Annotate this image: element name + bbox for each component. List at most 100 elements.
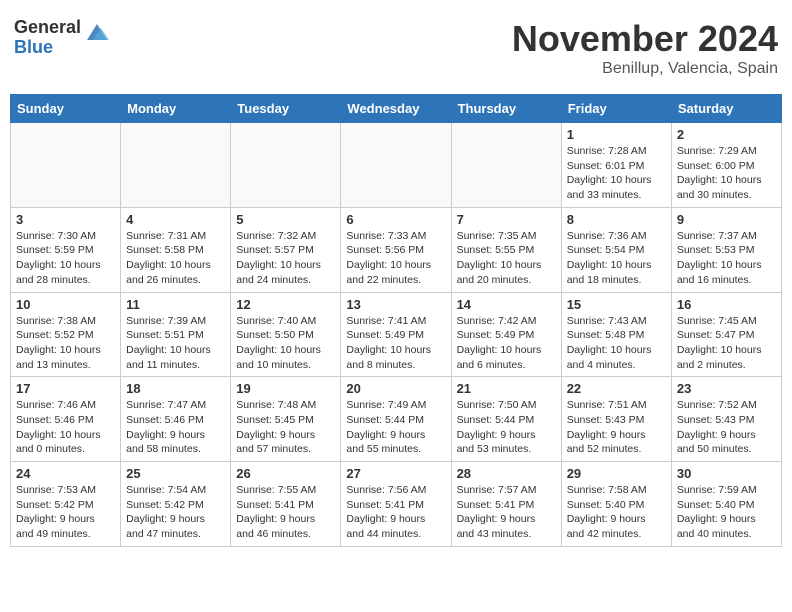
day-info-line: Sunrise: 7:42 AM xyxy=(457,315,537,327)
day-info: Sunrise: 7:58 AMSunset: 5:40 PMDaylight:… xyxy=(567,483,666,542)
day-info: Sunrise: 7:51 AM Sunset: 5:43 PM Daylight:… xyxy=(567,398,666,457)
calendar-cell: 3 Sunrise: 7:30 AMSunset: 5:59 PMDaylight… xyxy=(11,207,121,292)
day-number: 27 xyxy=(346,466,445,481)
day-info-line: Sunrise: 7:56 AM xyxy=(346,484,426,496)
day-info-line: Daylight: 9 hours and 49 minutes. xyxy=(16,513,95,540)
weekday-header-tuesday: Tuesday xyxy=(231,95,341,123)
calendar-cell: 22 Sunrise: 7:51 AM Sunset: 5:43 PM Dayligh… xyxy=(561,377,671,462)
day-info-line: Sunrise: 7:51 AM xyxy=(567,399,647,411)
day-info-line: Daylight: 9 hours and 52 minutes. xyxy=(567,429,646,456)
weekday-header-wednesday: Wednesday xyxy=(341,95,451,123)
day-info-line: Daylight: 10 hours and 4 minutes. xyxy=(567,344,652,371)
day-number: 20 xyxy=(346,381,445,396)
day-info-line: Sunrise: 7:35 AM xyxy=(457,230,537,242)
day-number: 29 xyxy=(567,466,666,481)
day-info-line: Sunset: 5:44 PM xyxy=(346,414,424,426)
day-info-line: Sunset: 5:58 PM xyxy=(126,244,204,256)
day-number: 22 xyxy=(567,381,666,396)
day-info-line: Sunrise: 7:45 AM xyxy=(677,315,757,327)
day-info: Sunrise: 7:43 AM Sunset: 5:48 PM Daylight:… xyxy=(567,314,666,373)
day-info: Sunrise: 7:35 AMSunset: 5:55 PMDaylight:… xyxy=(457,229,556,288)
day-info-line: Sunrise: 7:46 AM xyxy=(16,399,96,411)
day-info: Sunrise: 7:59 AMSunset: 5:40 PMDaylight:… xyxy=(677,483,776,542)
day-info-line: Daylight: 10 hours and 24 minutes. xyxy=(236,259,321,286)
day-info: Sunrise: 7:48 AMSunset: 5:45 PMDaylight:… xyxy=(236,398,335,457)
day-info: Sunrise: 7:45 AMSunset: 5:47 PMDaylight:… xyxy=(677,314,776,373)
day-info: Sunrise: 7:46 AMSunset: 5:46 PMDaylight:… xyxy=(16,398,115,457)
calendar-cell: 16Sunrise: 7:45 AMSunset: 5:47 PMDayligh… xyxy=(671,292,781,377)
logo-blue-text: Blue xyxy=(14,38,81,58)
day-info: Sunrise: 7:30 AMSunset: 5:59 PMDaylight:… xyxy=(16,229,115,288)
day-info-line: Sunset: 5:56 PM xyxy=(346,244,424,256)
day-number: 30 xyxy=(677,466,776,481)
logo-icon xyxy=(85,20,109,44)
day-number: 5 xyxy=(236,212,335,227)
day-info-line: Daylight: 9 hours and 42 minutes. xyxy=(567,513,646,540)
calendar-cell: 4Sunrise: 7:31 AMSunset: 5:58 PMDaylight… xyxy=(121,207,231,292)
day-info-line: Sunset: 5:48 PM xyxy=(567,329,645,341)
title-block: November 2024 Benillup, Valencia, Spain xyxy=(512,18,778,78)
day-info-line: Sunrise: 7:50 AM xyxy=(457,399,537,411)
day-number: 28 xyxy=(457,466,556,481)
month-title: November 2024 xyxy=(512,18,778,60)
day-info-line: Sunset: 5:42 PM xyxy=(16,499,94,511)
week-row-5: 24Sunrise: 7:53 AMSunset: 5:42 PMDayligh… xyxy=(11,462,782,547)
day-number: 15 xyxy=(567,297,666,312)
calendar-cell: 11Sunrise: 7:39 AMSunset: 5:51 PMDayligh… xyxy=(121,292,231,377)
day-info: Sunrise: 7:37 AMSunset: 5:53 PMDaylight:… xyxy=(677,229,776,288)
page-header: General Blue November 2024 Benillup, Val… xyxy=(10,10,782,86)
day-number: 3 xyxy=(16,212,115,227)
day-info-line: Sunset: 5:44 PM xyxy=(457,414,535,426)
day-info-line: Sunset: 5:59 PM xyxy=(16,244,94,256)
day-info-line: Sunrise: 7:58 AM xyxy=(567,484,647,496)
day-info: Sunrise: 7:41 AMSunset: 5:49 PMDaylight:… xyxy=(346,314,445,373)
day-info-line: Sunrise: 7:49 AM xyxy=(346,399,426,411)
day-info-line: Sunset: 5:53 PM xyxy=(677,244,755,256)
day-info-line: Sunset: 5:40 PM xyxy=(677,499,755,511)
day-info-line: Sunrise: 7:33 AM xyxy=(346,230,426,242)
day-info: Sunrise: 7:50 AMSunset: 5:44 PMDaylight:… xyxy=(457,398,556,457)
day-info-line: Sunset: 5:57 PM xyxy=(236,244,314,256)
calendar-cell: 6Sunrise: 7:33 AMSunset: 5:56 PMDaylight… xyxy=(341,207,451,292)
calendar-cell: 14Sunrise: 7:42 AMSunset: 5:49 PMDayligh… xyxy=(451,292,561,377)
day-info: Sunrise: 7:28 AMSunset: 6:01 PMDaylight:… xyxy=(567,144,666,203)
day-number: 25 xyxy=(126,466,225,481)
day-info-line: Daylight: 10 hours and 18 minutes. xyxy=(567,259,652,286)
day-info-line: Sunrise: 7:39 AM xyxy=(126,315,206,327)
calendar-cell: 24Sunrise: 7:53 AMSunset: 5:42 PMDayligh… xyxy=(11,462,121,547)
calendar-cell: 26Sunrise: 7:55 AMSunset: 5:41 PMDayligh… xyxy=(231,462,341,547)
day-info-line: Sunrise: 7:52 AM xyxy=(677,399,757,411)
day-number: 23 xyxy=(677,381,776,396)
day-info-line: Daylight: 9 hours and 55 minutes. xyxy=(346,429,425,456)
calendar-cell: 19 Sunrise: 7:48 AMSunset: 5:45 PMDayligh… xyxy=(231,377,341,462)
day-info: Sunrise: 7:32 AMSunset: 5:57 PMDaylight:… xyxy=(236,229,335,288)
calendar-cell: 28Sunrise: 7:57 AMSunset: 5:41 PMDayligh… xyxy=(451,462,561,547)
day-info-line: Sunrise: 7:28 AM xyxy=(567,145,647,157)
calendar-cell xyxy=(11,123,121,208)
day-info-line: Sunrise: 7:43 AM xyxy=(567,315,647,327)
day-number: 1 xyxy=(567,127,666,142)
day-number: 4 xyxy=(126,212,225,227)
day-info-line: Sunset: 5:45 PM xyxy=(236,414,314,426)
day-info-line: Daylight: 10 hours and 8 minutes. xyxy=(346,344,431,371)
day-info-line: Sunset: 5:49 PM xyxy=(346,329,424,341)
calendar-cell: 25Sunrise: 7:54 AMSunset: 5:42 PMDayligh… xyxy=(121,462,231,547)
day-info-line: Sunset: 5:41 PM xyxy=(457,499,535,511)
day-number: 19 xyxy=(236,381,335,396)
day-info: Sunrise: 7:52 AMSunset: 5:43 PMDaylight:… xyxy=(677,398,776,457)
day-info-line: Sunset: 5:54 PM xyxy=(567,244,645,256)
calendar-cell: 13Sunrise: 7:41 AMSunset: 5:49 PMDayligh… xyxy=(341,292,451,377)
weekday-header-sunday: Sunday xyxy=(11,95,121,123)
day-info-line: Sunrise: 7:31 AM xyxy=(126,230,206,242)
day-info: Sunrise: 7:33 AMSunset: 5:56 PMDaylight:… xyxy=(346,229,445,288)
day-info-line: Daylight: 10 hours and 0 minutes. xyxy=(16,429,101,456)
calendar-cell: 15 Sunrise: 7:43 AM Sunset: 5:48 PM Dayligh… xyxy=(561,292,671,377)
calendar-cell xyxy=(231,123,341,208)
day-info-line: Daylight: 10 hours and 11 minutes. xyxy=(126,344,211,371)
calendar-cell: 1 Sunrise: 7:28 AMSunset: 6:01 PMDaylight… xyxy=(561,123,671,208)
day-info-line: Sunrise: 7:40 AM xyxy=(236,315,316,327)
day-info-line: Sunset: 5:47 PM xyxy=(677,329,755,341)
day-info-line: Daylight: 10 hours and 6 minutes. xyxy=(457,344,542,371)
day-info-line: Sunset: 5:41 PM xyxy=(346,499,424,511)
day-info-line: Sunset: 5:43 PM xyxy=(567,414,645,426)
